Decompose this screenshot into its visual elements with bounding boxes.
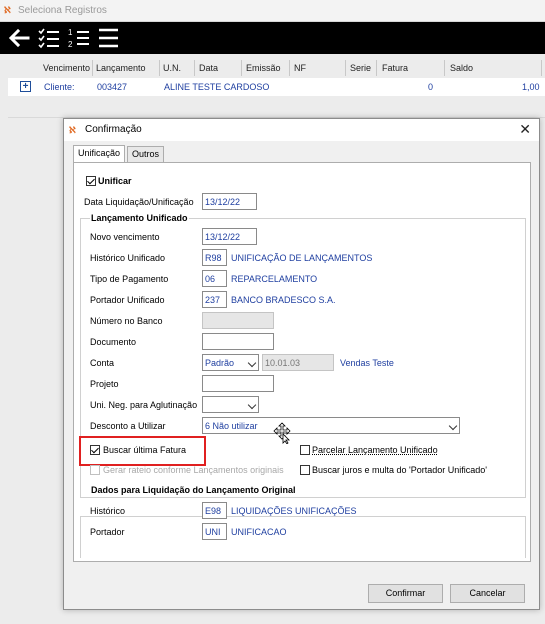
group-liquidacao-original [80, 516, 526, 558]
portador-unificado-code[interactable]: 237 [202, 291, 227, 308]
data-liquidacao-field[interactable]: 13/12/22 [202, 193, 257, 210]
confirm-button[interactable]: Confirmar [368, 584, 443, 603]
tipo-pagamento-code[interactable]: 06 [202, 270, 227, 287]
expand-row-button[interactable]: + [20, 81, 31, 92]
tab-unificacao[interactable]: Unificação [73, 145, 126, 163]
portador-unificado-desc: BANCO BRADESCO S.A. [231, 295, 336, 305]
portador-original-label: Portador [90, 527, 125, 537]
client-label: Cliente: [44, 82, 75, 92]
unificar-label: Unificar [98, 176, 132, 186]
table-row[interactable]: + Cliente: 003427 ALINE TESTE CARDOSO 0 … [8, 78, 545, 96]
gerar-rateio-label: Gerar rateio conforme Lançamentos origin… [103, 465, 284, 475]
conta-desc: Vendas Teste [340, 358, 394, 368]
app-logo-icon: ℵ [4, 5, 11, 15]
novo-vencimento-field[interactable]: 13/12/22 [202, 228, 257, 245]
conta-label: Conta [90, 358, 115, 368]
saldo-value: 1,00 [522, 82, 540, 92]
portador-unificado-label: Portador Unificado [90, 295, 165, 305]
desconto-select-value: 6 Não utilizar [205, 421, 258, 431]
menu-icon[interactable] [96, 25, 122, 51]
chevron-down-icon [247, 358, 257, 368]
checklist-icon[interactable] [36, 25, 62, 51]
cancel-button[interactable]: Cancelar [450, 584, 525, 603]
client-name: ALINE TESTE CARDOSO [164, 82, 270, 92]
dialog-title: Confirmação [85, 124, 142, 135]
historico-original-desc: LIQUIDAÇÕES UNIFICAÇÕES [231, 506, 357, 516]
tipo-pagamento-label: Tipo de Pagamento [90, 274, 169, 284]
novo-vencimento-label: Novo vencimento [90, 232, 160, 242]
fatura-value: 0 [428, 82, 434, 92]
tab-panel-unificacao: Unificar Data Liquidação/Unificação 13/1… [73, 162, 531, 562]
confirmation-dialog: ℵ Confirmação ✕ Unificação Outros Unific… [63, 118, 540, 610]
unificar-checkbox[interactable] [86, 176, 96, 186]
window-title: Seleciona Registros [18, 5, 107, 16]
documento-field[interactable] [202, 333, 274, 350]
grid-header: Vencimento Lançamento U.N. Data Emissão … [8, 60, 545, 76]
column-header[interactable]: Lançamento [96, 63, 146, 73]
svg-text:2: 2 [68, 40, 73, 49]
buscar-ultima-fatura-label: Buscar última Fatura [103, 445, 187, 455]
svg-text:1: 1 [68, 28, 73, 37]
historico-unificado-code[interactable]: R98 [202, 249, 227, 266]
group-liquidacao-original-title: Dados para Liquidação do Lançamento Orig… [90, 485, 297, 495]
close-icon[interactable]: ✕ [519, 122, 531, 136]
numero-banco-label: Número no Banco [90, 316, 163, 326]
documento-label: Documento [90, 337, 137, 347]
projeto-label: Projeto [90, 379, 119, 389]
numbered-list-icon[interactable]: 12 [66, 25, 92, 51]
app-logo-icon: ℵ [69, 125, 76, 135]
toolbar: 12 [0, 22, 545, 54]
numero-banco-field [202, 312, 274, 329]
portador-original-code[interactable]: UNI [202, 523, 227, 540]
column-header[interactable]: Serie [350, 63, 371, 73]
chevron-down-icon [247, 400, 257, 410]
uni-neg-label: Uni. Neg. para Aglutinação [90, 400, 198, 410]
client-code: 003427 [97, 82, 128, 92]
column-header[interactable]: Fatura [382, 63, 408, 73]
gerar-rateio-checkbox[interactable] [90, 465, 100, 475]
column-header[interactable]: NF [294, 63, 306, 73]
group-lancamento-unificado-title: Lançamento Unificado [90, 213, 189, 223]
parcelar-label: Parcelar Lançamento Unificado [312, 445, 438, 455]
back-arrow-icon[interactable] [6, 25, 32, 51]
historico-original-code[interactable]: E98 [202, 502, 227, 519]
column-header[interactable]: Data [199, 63, 218, 73]
buscar-ultima-fatura-checkbox[interactable] [90, 445, 100, 455]
buscar-juros-checkbox[interactable] [300, 465, 310, 475]
conta-select-value: Padrão [205, 358, 235, 368]
conta-select[interactable]: Padrão [202, 354, 259, 371]
column-header[interactable]: Vencimento [43, 63, 90, 73]
window-titlebar: ℵ Seleciona Registros [0, 0, 545, 22]
historico-unificado-desc: UNIFICAÇÃO DE LANÇAMENTOS [231, 253, 373, 263]
conta-code-field: 10.01.03 [262, 354, 334, 371]
parcelar-checkbox[interactable] [300, 445, 310, 455]
historico-original-label: Histórico [90, 506, 126, 516]
projeto-field[interactable] [202, 375, 274, 392]
uni-neg-select[interactable] [202, 396, 259, 413]
column-header[interactable]: U.N. [163, 63, 181, 73]
buscar-juros-label: Buscar juros e multa do 'Portador Unific… [312, 465, 488, 475]
column-header[interactable]: Saldo [450, 63, 473, 73]
move-cursor-icon [273, 422, 291, 446]
dialog-titlebar: ℵ Confirmação ✕ [64, 119, 539, 141]
desconto-label: Desconto a Utilizar [90, 421, 166, 431]
column-header[interactable]: Emissão [246, 63, 281, 73]
chevron-down-icon [448, 421, 458, 431]
tab-outros[interactable]: Outros [127, 146, 165, 162]
desconto-select[interactable]: 6 Não utilizar [202, 417, 460, 434]
data-liquidacao-label: Data Liquidação/Unificação [84, 197, 194, 207]
historico-unificado-label: Histórico Unificado [90, 253, 166, 263]
grid-empty-rows [8, 96, 545, 118]
tipo-pagamento-desc: REPARCELAMENTO [231, 274, 318, 284]
portador-original-desc: UNIFICACAO [231, 527, 287, 537]
